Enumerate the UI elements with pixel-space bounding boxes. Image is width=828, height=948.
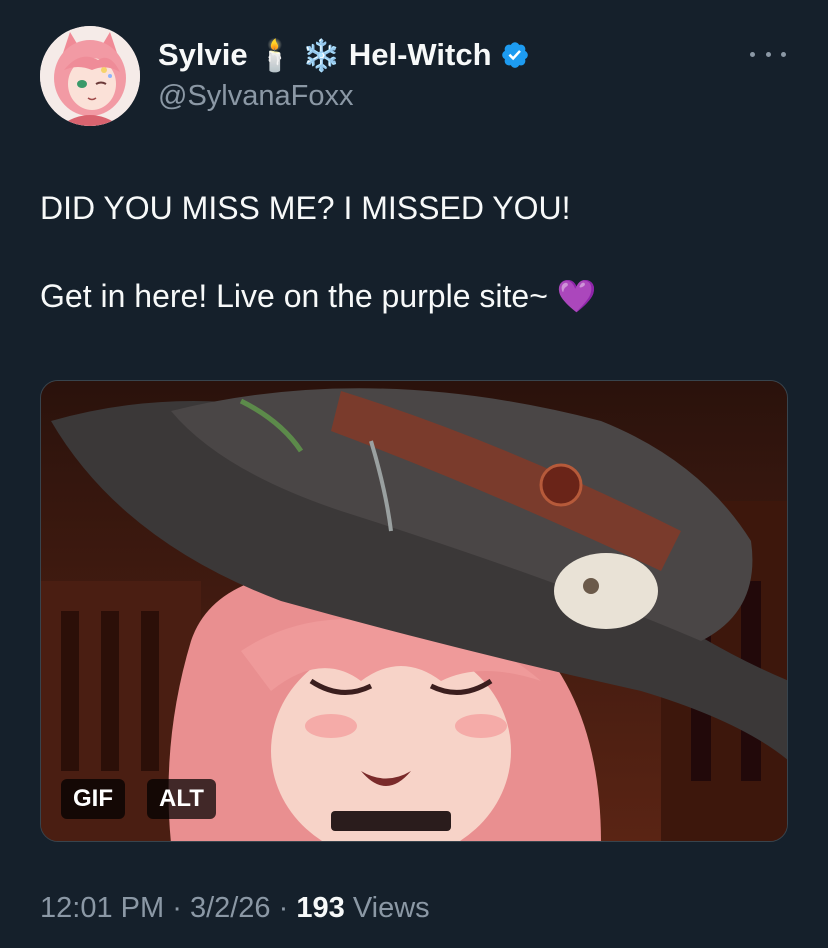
tweet-date[interactable]: 3/2/26 bbox=[190, 892, 271, 924]
views-label: Views bbox=[352, 892, 430, 924]
author-block: Sylvie 🕯️ ❄️ Hel-Witch @SylvanaFoxx bbox=[158, 36, 530, 113]
witch-character-image bbox=[41, 381, 787, 841]
tweet-line-2: Get in here! Live on the purple site~ 💜 bbox=[40, 278, 597, 314]
alt-text-button[interactable]: ALT bbox=[147, 779, 216, 819]
views-count[interactable]: 193 bbox=[296, 892, 344, 924]
display-name[interactable]: Sylvie bbox=[158, 37, 248, 73]
more-options-icon[interactable] bbox=[750, 44, 786, 64]
display-name-suffix[interactable]: Hel-Witch bbox=[349, 37, 492, 73]
verified-badge-icon[interactable] bbox=[500, 40, 530, 70]
tweet-time[interactable]: 12:01 PM bbox=[40, 892, 164, 924]
tweet-line-1: DID YOU MISS ME? I MISSED YOU! bbox=[40, 190, 571, 226]
gif-badge: GIF bbox=[61, 779, 125, 819]
candle-icon: 🕯️ bbox=[255, 37, 295, 73]
snowflake-icon: ❄️ bbox=[302, 37, 341, 73]
display-name-row[interactable]: Sylvie 🕯️ ❄️ Hel-Witch bbox=[158, 36, 530, 74]
author-handle[interactable]: @SylvanaFoxx bbox=[158, 80, 530, 113]
tweet: Sylvie 🕯️ ❄️ Hel-Witch @SylvanaFoxx DID … bbox=[0, 0, 828, 948]
tweet-meta: 12:01 PM · 3/2/26 · 193 Views bbox=[40, 892, 430, 925]
tweet-text: DID YOU MISS ME? I MISSED YOU! Get in he… bbox=[40, 186, 800, 318]
avatar[interactable] bbox=[40, 26, 140, 126]
meta-separator: · bbox=[278, 892, 289, 924]
avatar-image bbox=[40, 26, 140, 126]
meta-separator: · bbox=[172, 892, 182, 924]
tweet-media-gif[interactable]: GIF ALT bbox=[40, 380, 788, 842]
